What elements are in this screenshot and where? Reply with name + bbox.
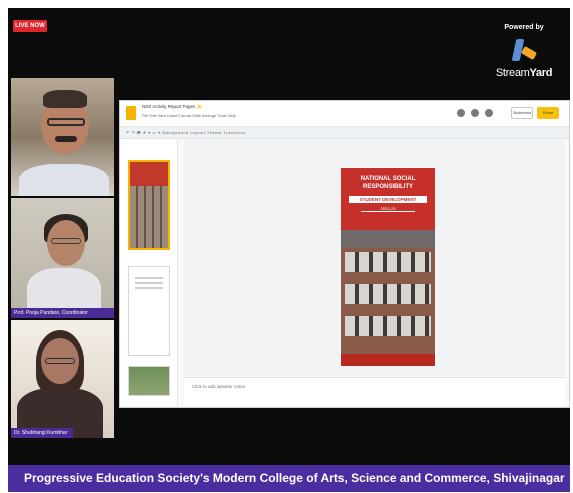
editor-titlebar: NSS Activity Report Pages ⭐ File Edit Vi… (120, 101, 569, 127)
stream-frame: LIVE NOW Powered by StreamYard Prof. Poo… (8, 8, 570, 492)
slide-filmstrip (120, 140, 178, 406)
slides-app-icon[interactable] (126, 106, 136, 120)
participant-tile-2: Prof. Pooja Pandare, Coordinator (11, 198, 114, 318)
streamyard-logo-icon (510, 37, 538, 65)
toolbar-tools[interactable]: ↶ ↷ 🖶 ⊕ ▾ ▭ ▾ Background Layout Theme Tr… (126, 130, 246, 137)
participant-tile-1 (11, 78, 114, 196)
speaker-notes-placeholder: Click to add speaker notes (192, 384, 246, 389)
slideshow-button[interactable]: Slideshow (511, 107, 533, 119)
poster-title: NATIONAL SOCIAL RESPONSIBILITY (360, 176, 416, 190)
comment-icon[interactable] (471, 109, 479, 117)
share-button[interactable]: Share (537, 107, 559, 119)
slide-thumbnail-3[interactable] (128, 366, 170, 396)
poster-slide: NATIONAL SOCIAL RESPONSIBILITY STUDENT D… (341, 168, 435, 366)
college-banner: Progressive Education Society's Modern C… (8, 465, 570, 492)
powered-by-label: Powered by (504, 24, 544, 31)
slide-canvas[interactable]: NATIONAL SOCIAL RESPONSIBILITY STUDENT D… (184, 140, 565, 376)
streamyard-branding: Powered by StreamYard (492, 24, 556, 79)
editor-toolbar: ↶ ↷ 🖶 ⊕ ▾ ▭ ▾ Background Layout Theme Tr… (120, 127, 569, 139)
slide-thumbnail-1[interactable] (128, 160, 170, 250)
live-badge: LIVE NOW (13, 20, 47, 32)
slide-thumbnail-2[interactable] (128, 266, 170, 356)
poster-subtitle: STUDENT DEVELOPMENT (349, 196, 427, 203)
streamyard-wordmark: StreamYard (492, 67, 556, 79)
meet-icon[interactable] (485, 109, 493, 117)
history-icon[interactable] (457, 109, 465, 117)
menu-bar[interactable]: File Edit View Insert Format Slide Arran… (142, 113, 236, 118)
poster-year: 2022-23 (361, 206, 415, 212)
participant-name-tag: Dr. Shubhangi Kumbhar (11, 428, 73, 438)
shared-screen: NSS Activity Report Pages ⭐ File Edit Vi… (119, 100, 570, 408)
brand-main: Stream (495, 67, 530, 79)
participant-tile-3: Dr. Shubhangi Kumbhar (11, 320, 114, 438)
brand-bold: Yard (529, 67, 553, 79)
participant-name-tag: Prof. Pooja Pandare, Coordinator (11, 308, 114, 318)
document-title[interactable]: NSS Activity Report Pages ⭐ (142, 104, 202, 110)
college-building-image (341, 230, 435, 354)
speaker-notes[interactable]: Click to add speaker notes (184, 377, 565, 405)
